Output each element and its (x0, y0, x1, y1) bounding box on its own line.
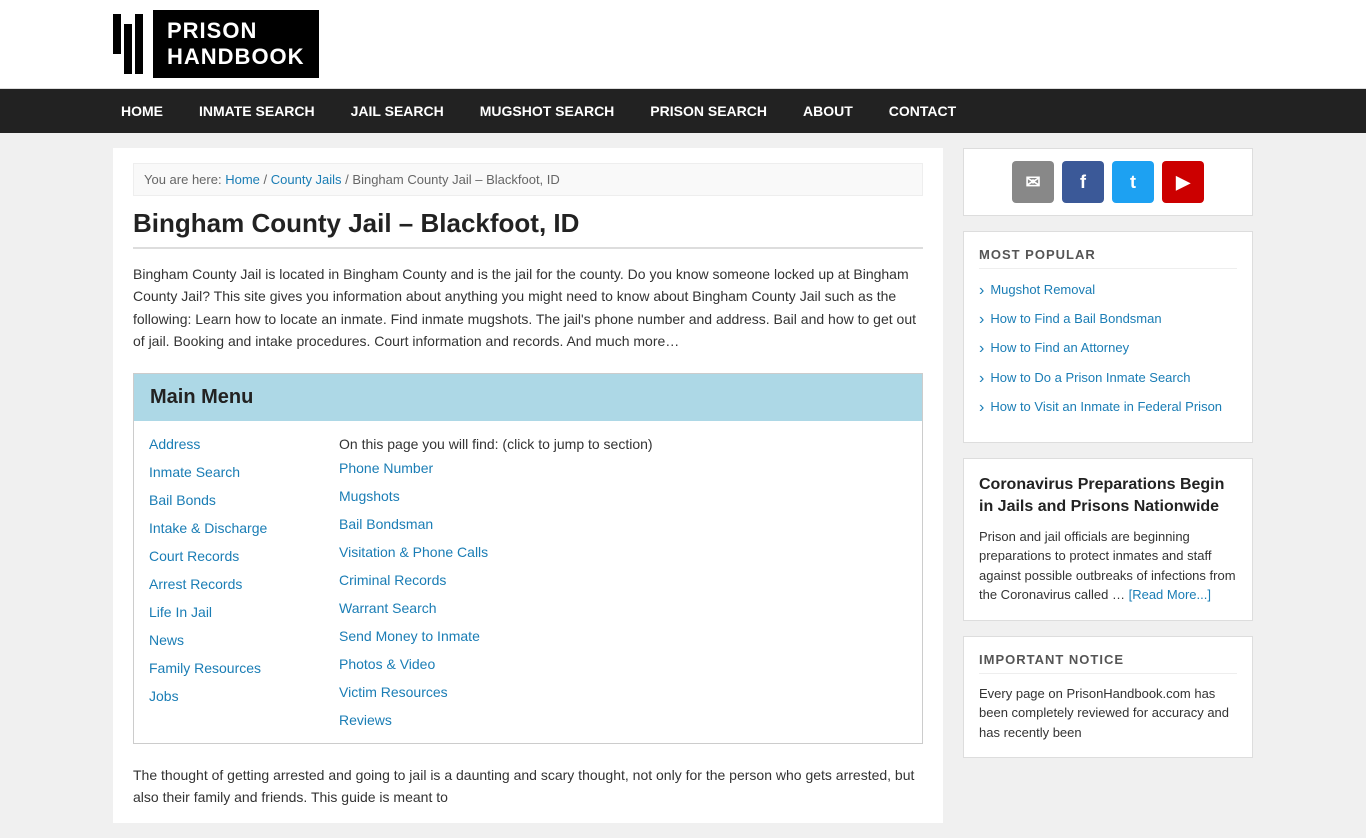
email-button[interactable]: ✉ (1012, 161, 1054, 203)
nav-about[interactable]: ABOUT (785, 89, 871, 133)
menu-link[interactable]: Send Money to Inmate (339, 628, 653, 644)
menu-link[interactable]: Court Records (149, 548, 319, 564)
menu-col2: Phone Number Mugshots Bail Bondsman Visitat… (339, 460, 653, 728)
nav-inmate-search[interactable]: INMATE SEARCH (181, 89, 333, 133)
menu-link[interactable]: Victim Resources (339, 684, 653, 700)
menu-link[interactable]: Photos & Video (339, 656, 653, 672)
nav-prison-search[interactable]: PRISON SEARCH (632, 89, 785, 133)
facebook-button[interactable]: f (1062, 161, 1104, 203)
youtube-button[interactable]: ▶ (1162, 161, 1204, 203)
menu-link[interactable]: Criminal Records (339, 572, 653, 588)
twitter-button[interactable]: t (1112, 161, 1154, 203)
bottom-text: The thought of getting arrested and goin… (133, 764, 923, 809)
intro-text: Bingham County Jail is located in Bingha… (133, 263, 923, 353)
menu-col1: Address Inmate Search Bail Bonds Intake & D… (149, 436, 319, 704)
menu-link[interactable]: Arrest Records (149, 576, 319, 592)
nav-mugshot-search[interactable]: MUGSHOT SEARCH (462, 89, 633, 133)
breadcrumb-home[interactable]: Home (225, 172, 260, 187)
main-menu-section: Main Menu Address Inmate Search Bail Bonds… (133, 373, 923, 744)
breadcrumb-you-are-here: You are here: (144, 172, 222, 187)
nav-contact[interactable]: CONTACT (871, 89, 974, 133)
breadcrumb: You are here: Home / County Jails / Bing… (133, 163, 923, 196)
menu-link[interactable]: Address (149, 436, 319, 452)
logo-bars-icon (113, 14, 143, 74)
news-text: Prison and jail officials are beginning … (979, 527, 1237, 605)
notice-box: IMPORTANT NOTICE Every page on PrisonHan… (963, 636, 1253, 759)
menu-link[interactable]: Bail Bondsman (339, 516, 653, 532)
menu-link[interactable]: Mugshots (339, 488, 653, 504)
site-logo[interactable]: PRISON HANDBOOK (113, 10, 1253, 78)
most-popular-title: MOST POPULAR (979, 247, 1237, 269)
most-popular-box: MOST POPULAR Mugshot Removal How to Find … (963, 231, 1253, 443)
nav-home[interactable]: HOME (103, 89, 181, 133)
menu-link[interactable]: Family Resources (149, 660, 319, 676)
popular-list: Mugshot Removal How to Find a Bail Bondsm… (979, 281, 1237, 417)
nav-jail-search[interactable]: JAIL SEARCH (333, 89, 462, 133)
menu-link[interactable]: Life In Jail (149, 604, 319, 620)
logo-line1: PRISON (167, 18, 305, 44)
popular-item[interactable]: How to Do a Prison Inmate Search (979, 369, 1237, 388)
main-menu-header: Main Menu (134, 374, 922, 421)
menu-link[interactable]: Bail Bonds (149, 492, 319, 508)
menu-link[interactable]: Visitation & Phone Calls (339, 544, 653, 560)
menu-link[interactable]: Warrant Search (339, 600, 653, 616)
social-buttons: ✉ f t ▶ (963, 148, 1253, 216)
news-title: Coronavirus Preparations Begin in Jails … (979, 474, 1237, 519)
menu-link[interactable]: Inmate Search (149, 464, 319, 480)
logo-line2: HANDBOOK (167, 44, 305, 70)
menu-link[interactable]: Reviews (339, 712, 653, 728)
notice-text: Every page on PrisonHandbook.com has bee… (979, 684, 1237, 743)
popular-item[interactable]: How to Find a Bail Bondsman (979, 310, 1237, 329)
popular-item[interactable]: How to Visit an Inmate in Federal Prison (979, 398, 1237, 417)
menu-link[interactable]: News (149, 632, 319, 648)
news-read-more[interactable]: [Read More...] (1129, 587, 1211, 602)
menu-link[interactable]: Jobs (149, 688, 319, 704)
menu-link[interactable]: Phone Number (339, 460, 653, 476)
menu-intro: On this page you will find: (click to ju… (339, 436, 653, 452)
popular-item[interactable]: How to Find an Attorney (979, 339, 1237, 358)
breadcrumb-current: Bingham County Jail – Blackfoot, ID (352, 172, 559, 187)
news-box: Coronavirus Preparations Begin in Jails … (963, 458, 1253, 621)
page-title: Bingham County Jail – Blackfoot, ID (133, 208, 923, 249)
popular-item[interactable]: Mugshot Removal (979, 281, 1237, 300)
menu-link[interactable]: Intake & Discharge (149, 520, 319, 536)
notice-title: IMPORTANT NOTICE (979, 652, 1237, 674)
breadcrumb-county-jails[interactable]: County Jails (271, 172, 342, 187)
